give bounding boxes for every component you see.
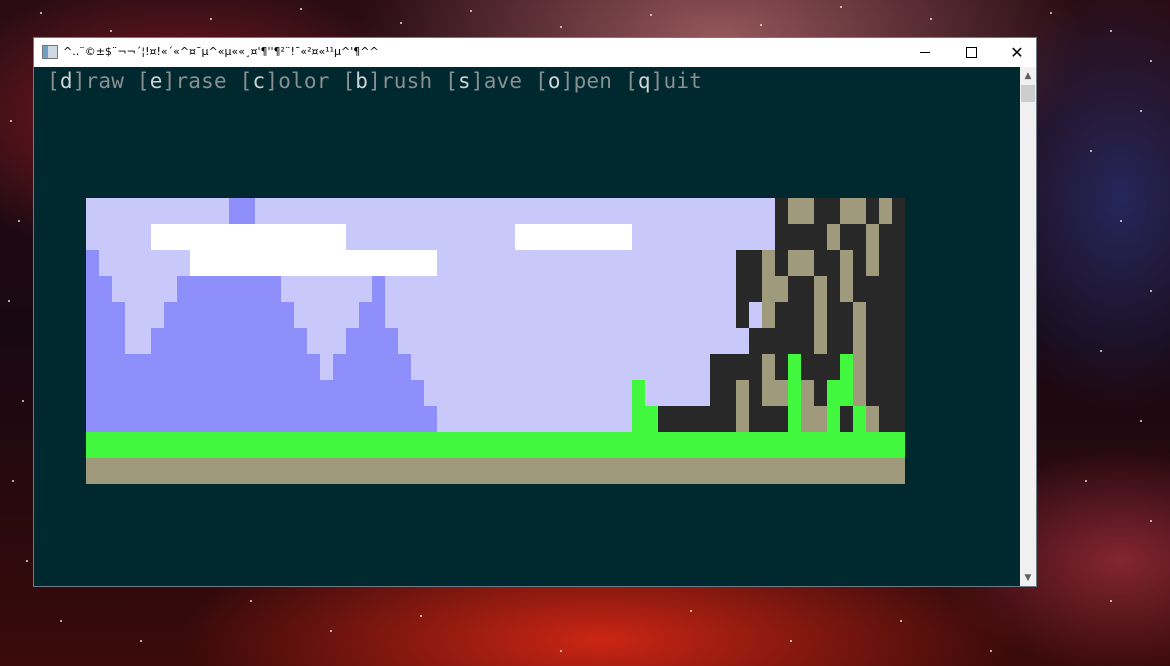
star <box>40 12 42 14</box>
star <box>110 30 112 32</box>
star <box>900 620 902 622</box>
console-window-icon <box>42 45 58 59</box>
star <box>250 600 252 602</box>
tree <box>658 198 905 432</box>
star <box>760 24 762 26</box>
star <box>930 18 932 20</box>
star <box>1100 350 1102 352</box>
star <box>12 480 14 482</box>
menu-label: pen <box>573 69 613 93</box>
menu-item-uit: [q]uit <box>624 69 703 93</box>
menu-key: e <box>149 69 163 93</box>
menu-label: ave <box>483 69 523 93</box>
chevron-up-icon: ▲ <box>1024 70 1032 81</box>
console-area[interactable]: [d]raw [e]rase [c]olor [b]rush [s]ave [o… <box>34 67 1020 586</box>
star <box>690 610 692 612</box>
star <box>8 300 10 302</box>
star <box>1110 30 1112 32</box>
clouds <box>151 224 632 276</box>
menu-key: s <box>458 69 471 93</box>
star <box>1120 220 1122 222</box>
window-title: ^..¨©±$¨¬¬´¦!¤!«´«^¤¯µ^«µ««¸¤'¶''¶²¨!¯«²… <box>63 45 379 58</box>
console-window[interactable]: ^..¨©±$¨¬¬´¦!¤!«´«^¤¯µ^«µ««¸¤'¶''¶²¨!¯«²… <box>33 37 1037 587</box>
menu-item-raw: [d]raw <box>47 69 125 93</box>
minimize-icon <box>920 52 930 53</box>
menu-key: q <box>637 69 651 93</box>
star <box>140 640 142 642</box>
star <box>840 6 842 8</box>
menu-item-ave: [s]ave <box>445 69 523 93</box>
pixel-art-canvas[interactable] <box>86 198 905 484</box>
menu-label: uit <box>663 69 703 93</box>
star <box>1090 150 1092 152</box>
menu-item-olor: [c]olor <box>239 69 330 93</box>
menu-key: b <box>355 69 369 93</box>
menu-item-rush: [b]rush <box>342 69 433 93</box>
star <box>400 22 402 24</box>
star <box>650 14 652 16</box>
star <box>1085 480 1087 482</box>
star <box>1110 600 1112 602</box>
scroll-up-button[interactable]: ▲ <box>1020 67 1036 84</box>
chevron-down-icon: ▼ <box>1024 572 1032 583</box>
dirt <box>86 458 905 484</box>
star <box>300 8 302 10</box>
star <box>1150 60 1152 62</box>
minimize-button[interactable] <box>902 38 948 67</box>
menu-label: rush <box>380 69 433 93</box>
star <box>26 560 28 562</box>
star <box>22 400 24 402</box>
scroll-down-button[interactable]: ▼ <box>1020 569 1036 586</box>
star <box>790 640 792 642</box>
menu-item-rase: [e]rase <box>136 69 227 93</box>
star <box>60 620 62 622</box>
menu-key: o <box>547 69 561 93</box>
menu-label: rase <box>175 69 227 93</box>
menu-key: c <box>252 69 266 93</box>
star <box>560 26 562 28</box>
star <box>420 615 422 617</box>
menu-label: raw <box>85 69 125 93</box>
menu-label: olor <box>278 69 330 93</box>
star <box>210 18 212 20</box>
star <box>470 10 472 12</box>
star <box>330 630 332 632</box>
star <box>1150 290 1152 292</box>
menu-item-pen: [o]pen <box>535 69 613 93</box>
star <box>990 650 992 652</box>
pixel-art-drawing <box>86 198 905 484</box>
star <box>1150 520 1152 522</box>
star <box>10 120 12 122</box>
star <box>560 650 562 652</box>
star <box>18 220 20 222</box>
star <box>1140 420 1142 422</box>
star <box>1140 110 1142 112</box>
maximize-button[interactable] <box>948 38 994 67</box>
close-button[interactable]: ✕ <box>994 38 1040 67</box>
vertical-scrollbar[interactable]: ▲ ▼ <box>1020 67 1036 586</box>
close-icon: ✕ <box>1010 43 1024 62</box>
command-menu: [d]raw [e]rase [c]olor [b]rush [s]ave [o… <box>47 69 702 93</box>
scroll-thumb[interactable] <box>1021 85 1035 102</box>
star <box>1050 12 1052 14</box>
menu-key: d <box>59 69 73 93</box>
title-bar[interactable]: ^..¨©±$¨¬¬´¦!¤!«´«^¤¯µ^«µ««¸¤'¶''¶²¨!¯«²… <box>34 38 1036 67</box>
maximize-icon <box>965 47 977 58</box>
